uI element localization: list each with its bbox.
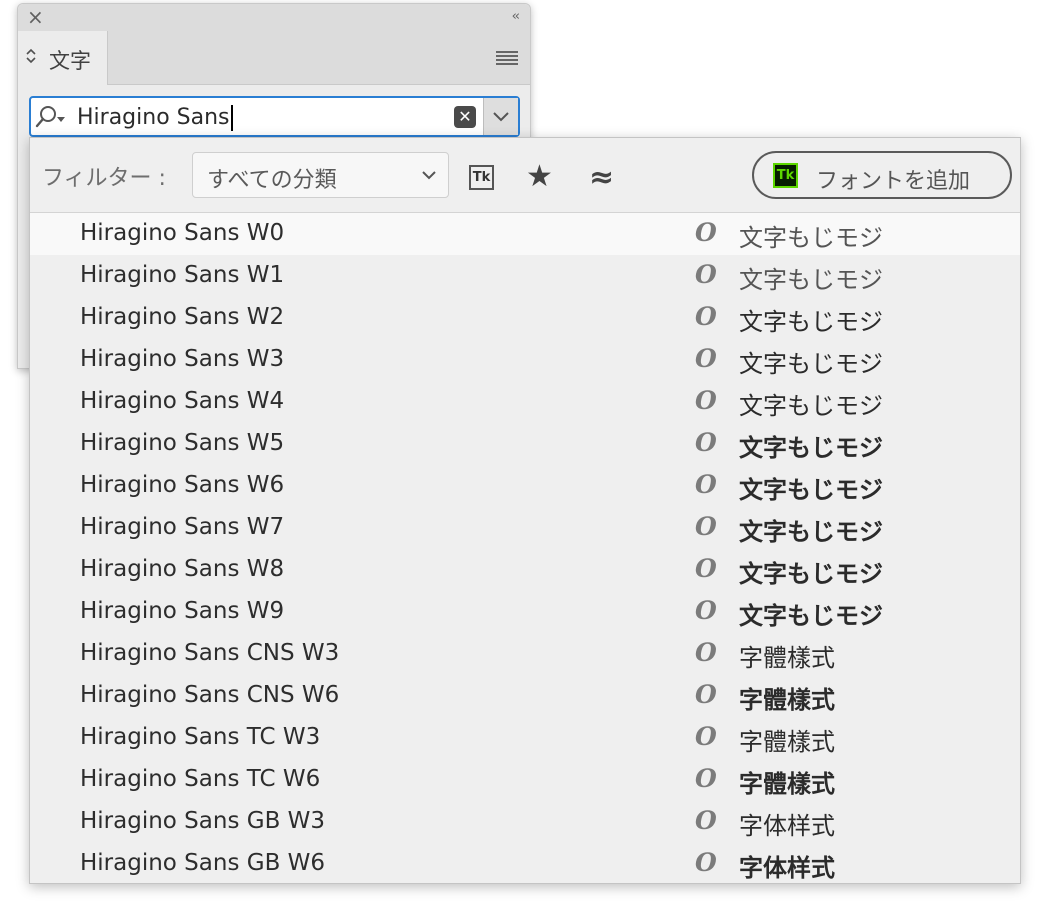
font-name: Hiragino Sans W7 [80, 514, 285, 540]
font-list-item[interactable]: Hiragino Sans W4 O 文字もじモジ [30, 381, 1020, 423]
font-list-item[interactable]: Hiragino Sans W3 O 文字もじモジ [30, 339, 1020, 381]
font-list-item[interactable]: Hiragino Sans W1 O 文字もじモジ [30, 255, 1020, 297]
font-name: Hiragino Sans W2 [80, 304, 285, 330]
font-name: Hiragino Sans W0 [80, 220, 285, 246]
opentype-icon: O [695, 806, 717, 835]
font-sample: 字体样式 [739, 812, 835, 840]
font-sample: 文字もじモジ [739, 560, 883, 588]
font-sample: 文字もじモジ [739, 392, 883, 420]
opentype-icon: O [695, 428, 717, 457]
expand-arrows-icon[interactable] [26, 48, 36, 66]
font-name: Hiragino Sans W4 [80, 388, 285, 414]
font-dropdown-button[interactable] [483, 98, 518, 135]
chevron-down-icon [420, 165, 438, 189]
close-icon[interactable]: × [27, 6, 44, 28]
font-list-item[interactable]: Hiragino Sans GB W6 O 字体样式 [30, 843, 1020, 885]
font-name: Hiragino Sans W9 [80, 598, 285, 624]
font-name: Hiragino Sans GB W3 [80, 808, 326, 834]
font-name: Hiragino Sans TC W3 [80, 724, 321, 750]
font-name: Hiragino Sans W6 [80, 472, 285, 498]
font-list-item[interactable]: Hiragino Sans W6 O 文字もじモジ [30, 465, 1020, 507]
clear-search-icon[interactable]: ✕ [454, 106, 476, 128]
typekit-filter-icon[interactable]: Tk [469, 165, 494, 190]
font-name: Hiragino Sans W5 [80, 430, 285, 456]
font-list-item[interactable]: Hiragino Sans TC W3 O 字體樣式 [30, 717, 1020, 759]
font-list-item[interactable]: Hiragino Sans TC W6 O 字體樣式 [30, 759, 1020, 801]
font-sample: 字體樣式 [739, 644, 835, 672]
add-fonts-label: フォントを追加 [816, 169, 971, 194]
font-name: Hiragino Sans CNS W6 [80, 682, 340, 708]
tab-character[interactable]: 文字 [18, 31, 108, 85]
font-sample: 字體樣式 [739, 770, 835, 798]
opentype-icon: O [695, 344, 717, 373]
chevron-down-icon [493, 112, 509, 122]
opentype-icon: O [695, 302, 717, 331]
font-search-field[interactable]: Hiragino Sans ✕ [29, 96, 520, 137]
font-sample: 文字もじモジ [739, 518, 883, 546]
font-list-popup: フィルター : すべての分類 Tk ★ ≈ Tk フォントを追加 Hiragin… [29, 137, 1021, 884]
font-name: Hiragino Sans W1 [80, 262, 285, 288]
opentype-icon: O [695, 848, 717, 877]
font-sample: 字体样式 [739, 854, 835, 882]
font-list-item[interactable]: Hiragino Sans W2 O 文字もじモジ [30, 297, 1020, 339]
typekit-logo-icon: Tk [773, 163, 798, 188]
font-sample: 文字もじモジ [739, 434, 883, 462]
opentype-icon: O [695, 764, 717, 793]
font-sample: 文字もじモジ [739, 308, 883, 336]
font-sample: 文字もじモジ [739, 602, 883, 630]
classification-select[interactable]: すべての分類 [192, 152, 449, 198]
font-list-item[interactable]: Hiragino Sans W8 O 文字もじモジ [30, 549, 1020, 591]
font-list-item[interactable]: Hiragino Sans W9 O 文字もじモジ [30, 591, 1020, 633]
classification-value: すべての分類 [207, 168, 337, 193]
filter-bar: フィルター : すべての分類 Tk ★ ≈ Tk フォントを追加 [30, 138, 1020, 213]
font-name: Hiragino Sans GB W6 [80, 850, 326, 876]
opentype-icon: O [695, 680, 717, 709]
similar-fonts-icon[interactable]: ≈ [589, 160, 614, 195]
font-sample: 字體樣式 [739, 686, 835, 714]
font-list-item[interactable]: Hiragino Sans W5 O 文字もじモジ [30, 423, 1020, 465]
filter-label: フィルター : [42, 166, 166, 191]
tab-label: 文字 [49, 49, 91, 73]
font-sample: 文字もじモジ [739, 224, 883, 252]
opentype-icon: O [695, 512, 717, 541]
font-sample: 文字もじモジ [739, 350, 883, 378]
opentype-icon: O [695, 596, 717, 625]
opentype-icon: O [695, 470, 717, 499]
panel-tabstrip: 文字 [18, 31, 530, 85]
font-name: Hiragino Sans TC W6 [80, 766, 321, 792]
opentype-icon: O [695, 638, 717, 667]
font-sample: 文字もじモジ [739, 266, 883, 294]
search-input[interactable]: Hiragino Sans [77, 105, 233, 131]
font-list-item[interactable]: Hiragino Sans CNS W6 O 字體樣式 [30, 675, 1020, 717]
font-list-item[interactable]: Hiragino Sans CNS W3 O 字體樣式 [30, 633, 1020, 675]
font-list: Hiragino Sans W0 O 文字もじモジ Hiragino Sans W1 O… [30, 213, 1020, 885]
collapse-icon[interactable]: ‹‹ [512, 9, 521, 25]
add-fonts-button[interactable]: Tk フォントを追加 [752, 151, 1012, 199]
opentype-icon: O [695, 554, 717, 583]
font-name: Hiragino Sans CNS W3 [80, 640, 340, 666]
font-name: Hiragino Sans W8 [80, 556, 285, 582]
font-sample: 文字もじモジ [739, 476, 883, 504]
opentype-icon: O [695, 260, 717, 289]
font-name: Hiragino Sans W3 [80, 346, 285, 372]
panel-titlebar: × ‹‹ [18, 4, 530, 32]
font-list-item[interactable]: Hiragino Sans W7 O 文字もじモジ [30, 507, 1020, 549]
opentype-icon: O [695, 218, 717, 247]
font-list-item[interactable]: Hiragino Sans W0 O 文字もじモジ [30, 213, 1020, 255]
font-sample: 字體樣式 [739, 728, 835, 756]
opentype-icon: O [695, 386, 717, 415]
search-icon[interactable] [34, 104, 70, 136]
opentype-icon: O [695, 722, 717, 751]
panel-menu-icon[interactable] [496, 51, 518, 67]
font-list-item[interactable]: Hiragino Sans GB W3 O 字体样式 [30, 801, 1020, 843]
favorites-star-icon[interactable]: ★ [526, 159, 553, 194]
